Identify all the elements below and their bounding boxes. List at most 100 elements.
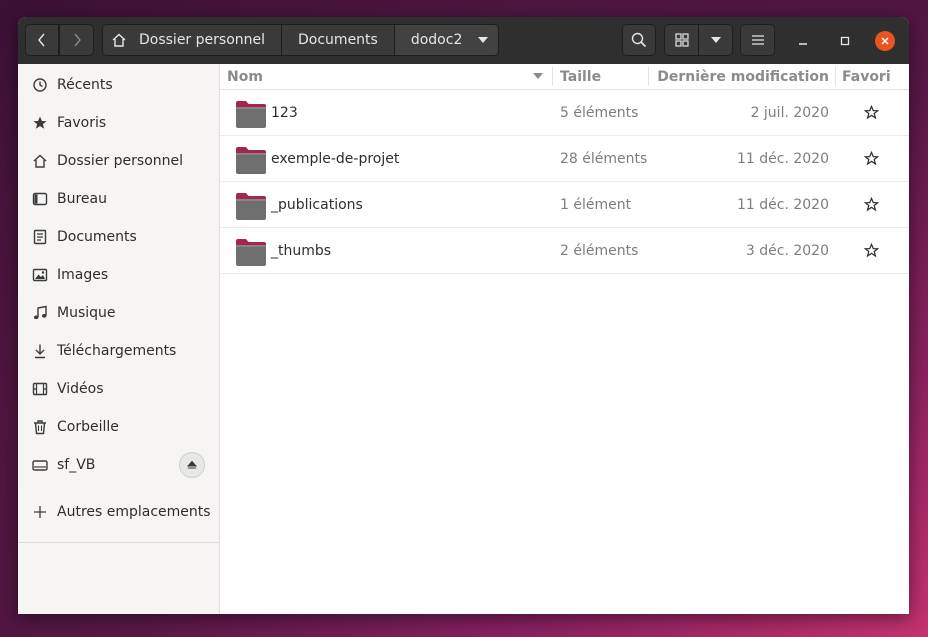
column-header-starred[interactable]: Favori	[842, 64, 891, 89]
sort-down-icon	[533, 73, 543, 79]
folder-icon	[236, 239, 266, 266]
desktop-icon	[32, 191, 48, 207]
sidebar-item-label: Dossier personnel	[57, 153, 184, 169]
sidebar-item-label: Favoris	[57, 115, 107, 131]
sidebar-separator	[18, 542, 219, 543]
folder-icon	[236, 193, 266, 220]
sidebar-item-label: Documents	[57, 229, 137, 245]
document-icon	[32, 229, 48, 245]
column-header-label: Favori	[842, 68, 891, 85]
breadcrumb-current[interactable]: dodoc2	[394, 24, 500, 56]
star-outline-icon[interactable]	[863, 182, 879, 227]
image-icon	[32, 267, 48, 283]
column-header-modified[interactable]: Dernière modification	[657, 64, 829, 89]
sidebar-item-label: Téléchargements	[57, 343, 177, 359]
sidebar-item-sf-vb[interactable]: sf_VB	[18, 447, 219, 483]
file-list: Nom Taille Dernière modification Favori …	[220, 64, 909, 614]
sidebar-item-other-locations[interactable]: Autres emplacements	[18, 494, 219, 530]
table-row[interactable]: exemple-de-projet 28 éléments 11 déc. 20…	[220, 136, 909, 182]
triangle-down-icon	[478, 37, 489, 43]
sidebar-item-label: Vidéos	[57, 381, 104, 397]
home-icon	[32, 153, 48, 169]
trash-icon	[32, 419, 48, 435]
sidebar-item-documents[interactable]: Documents	[18, 219, 219, 255]
file-modified: 3 déc. 2020	[745, 242, 829, 259]
sidebar-item-label: Musique	[57, 305, 116, 321]
sidebar-item-videos[interactable]: Vidéos	[18, 371, 219, 407]
column-header-size[interactable]: Taille	[560, 64, 601, 89]
file-size: 1 élément	[560, 196, 632, 213]
sidebar-item-corbeille[interactable]: Corbeille	[18, 409, 219, 445]
breadcrumb-home[interactable]: Dossier personnel	[102, 24, 283, 56]
sidebar-item-label: sf_VB	[57, 457, 96, 473]
file-modified: 2 juil. 2020	[750, 104, 829, 121]
folder-icon	[236, 101, 266, 128]
sidebar: Récents Favoris Dossier personnel Bureau…	[18, 64, 220, 614]
grid-view-button[interactable]	[664, 24, 699, 56]
triangle-down-icon	[710, 37, 721, 43]
breadcrumb-documents[interactable]: Documents	[282, 24, 395, 56]
table-row[interactable]: _publications 1 élément 11 déc. 2020	[220, 182, 909, 228]
file-size: 2 éléments	[560, 242, 639, 259]
chevron-left-icon	[38, 33, 45, 47]
eject-button[interactable]	[179, 452, 205, 478]
file-name: 123	[271, 104, 298, 121]
music-icon	[32, 305, 48, 321]
grid-view-icon	[674, 33, 689, 47]
star-outline-icon[interactable]	[863, 90, 879, 135]
minimize-button[interactable]	[791, 29, 815, 53]
file-size: 5 éléments	[560, 104, 639, 121]
table-row[interactable]: _thumbs 2 éléments 3 déc. 2020	[220, 228, 909, 274]
eject-icon	[187, 460, 197, 469]
file-modified: 11 déc. 2020	[737, 150, 829, 167]
file-name: _thumbs	[271, 242, 332, 259]
folder-icon	[236, 147, 266, 174]
close-icon	[881, 37, 889, 45]
star-outline-icon[interactable]	[863, 228, 879, 273]
close-button[interactable]	[875, 31, 895, 51]
column-separator	[552, 67, 553, 86]
hamburger-menu-icon	[751, 35, 764, 45]
column-header-name[interactable]: Nom	[227, 64, 263, 89]
minimize-icon	[799, 43, 807, 45]
video-icon	[32, 381, 48, 397]
sidebar-item-musique[interactable]: Musique	[18, 295, 219, 331]
search-button[interactable]	[622, 24, 656, 56]
chevron-right-icon	[73, 33, 81, 47]
sidebar-item-label: Récents	[57, 77, 113, 93]
sidebar-item-images[interactable]: Images	[18, 257, 219, 293]
file-name: exemple-de-projet	[271, 150, 400, 167]
view-options-button[interactable]	[698, 24, 733, 56]
sidebar-item-bureau[interactable]: Bureau	[18, 181, 219, 217]
column-header-label: Taille	[560, 68, 602, 85]
column-header-row: Nom Taille Dernière modification Favori	[220, 64, 909, 90]
sidebar-item-label: Images	[57, 267, 109, 283]
file-manager-window: Dossier personnel Documents dodoc2 Récen…	[18, 17, 909, 614]
forward-button[interactable]	[59, 24, 94, 56]
home-icon	[111, 32, 127, 48]
sidebar-item-telechargements[interactable]: Téléchargements	[18, 333, 219, 369]
maximize-icon	[840, 36, 850, 46]
header-bar: Dossier personnel Documents dodoc2	[18, 17, 909, 64]
main-menu-button[interactable]	[740, 24, 775, 56]
download-icon	[32, 343, 48, 359]
table-row[interactable]: 123 5 éléments 2 juil. 2020	[220, 90, 909, 136]
plus-icon	[32, 504, 48, 520]
column-header-label: Dernière modification	[657, 68, 829, 85]
search-icon	[631, 32, 647, 48]
drive-icon	[32, 457, 48, 473]
star-outline-icon[interactable]	[863, 136, 879, 181]
file-modified: 11 déc. 2020	[737, 196, 829, 213]
column-header-label: Nom	[227, 68, 263, 85]
sidebar-item-label: Bureau	[57, 191, 107, 207]
back-button[interactable]	[25, 24, 59, 56]
maximize-button[interactable]	[833, 29, 857, 53]
breadcrumb: Dossier personnel Documents dodoc2	[102, 24, 500, 56]
breadcrumb-label: Dossier personnel	[139, 32, 266, 48]
breadcrumb-label: dodoc2	[410, 32, 463, 48]
file-size: 28 éléments	[560, 150, 648, 167]
column-separator	[835, 67, 836, 86]
sidebar-item-recents[interactable]: Récents	[18, 67, 219, 103]
sidebar-item-home[interactable]: Dossier personnel	[18, 143, 219, 179]
sidebar-item-favoris[interactable]: Favoris	[18, 105, 219, 141]
